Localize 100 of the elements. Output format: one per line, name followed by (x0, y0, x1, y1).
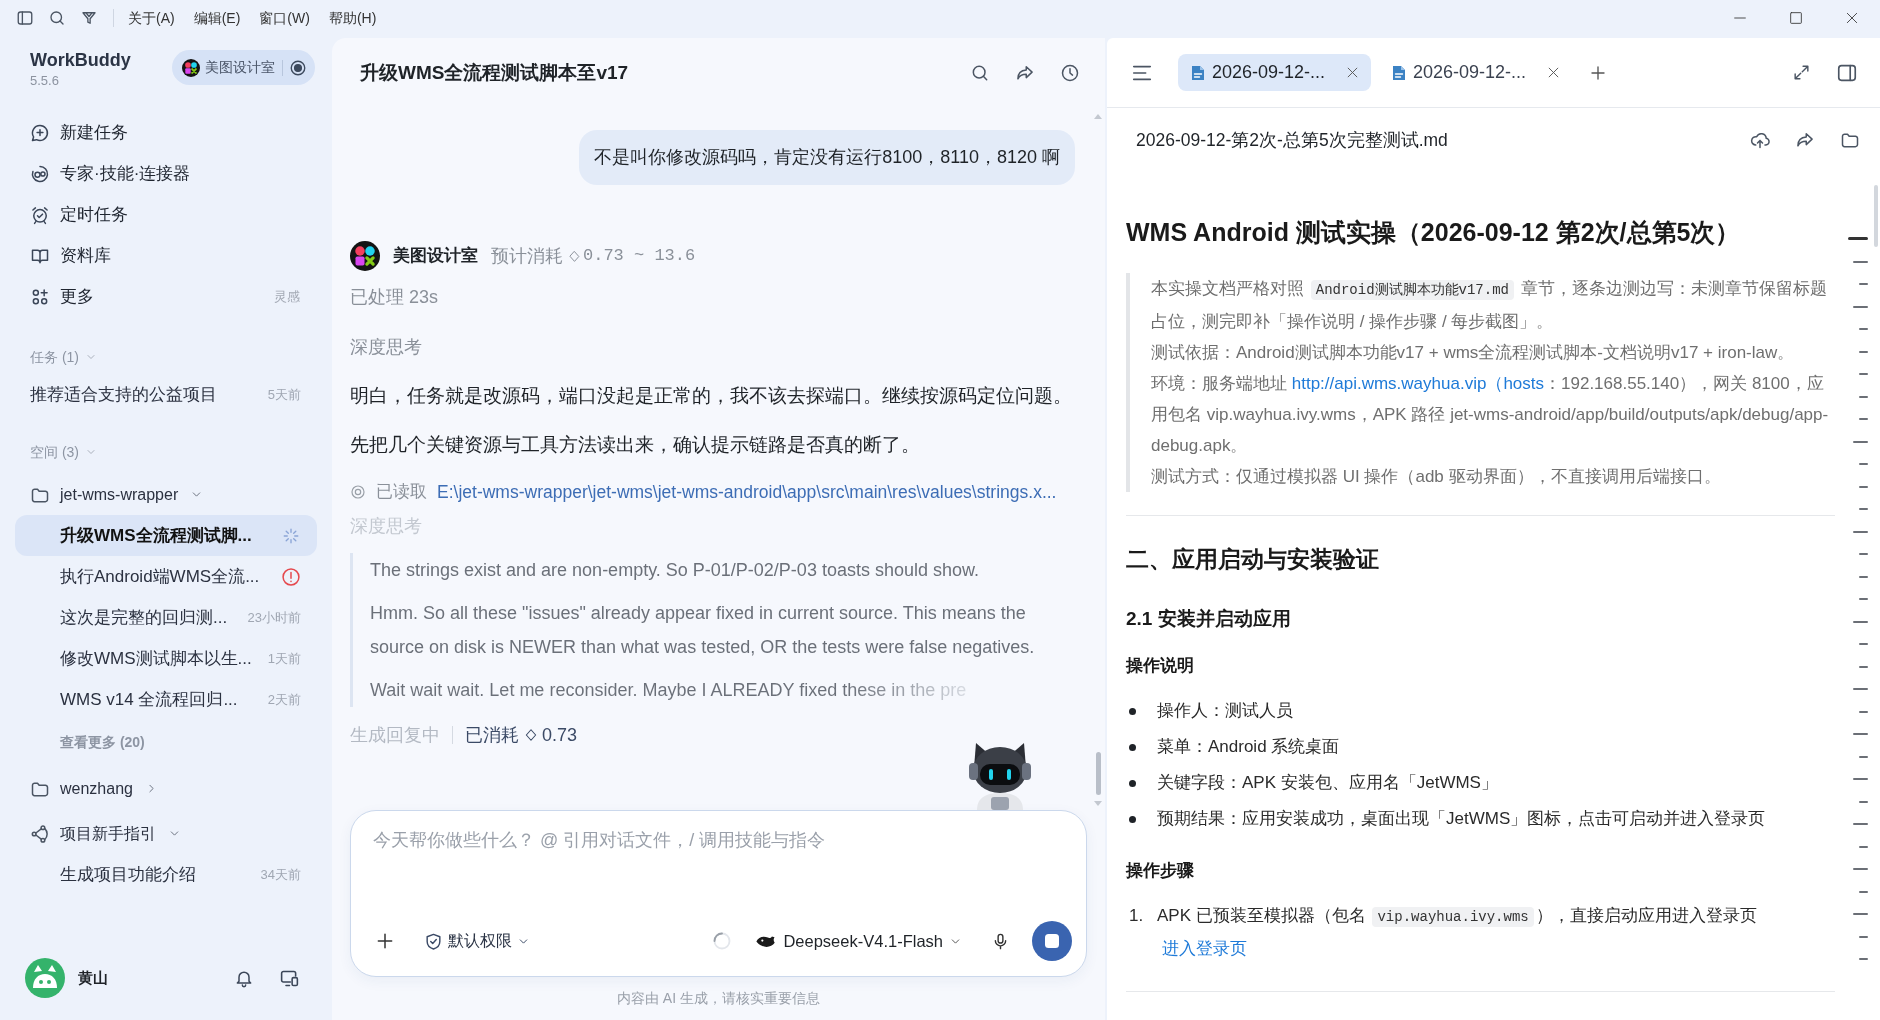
message-composer[interactable]: 今天帮你做些什么？ @ 引用对话文件，/ 调用技能与指令 默认权限 Deepseek-V4.1-Flash (350, 810, 1087, 977)
cloud-upload-icon[interactable] (1750, 130, 1770, 150)
outline-marker[interactable] (1859, 283, 1868, 285)
tab[interactable]: 2026-09-12-... (1379, 54, 1572, 91)
task-item[interactable]: 推荐适合支持的公益项目 5天前 (15, 375, 317, 415)
sidebar-toggle-icon[interactable] (16, 9, 34, 27)
task-item[interactable]: 这次是完整的回归测... 23小时前 (15, 597, 317, 638)
nav-item[interactable]: 新建任务 (30, 119, 128, 146)
task-item[interactable]: WMS v14 全流程回归... 2天前 (15, 679, 317, 720)
avatar-icon[interactable] (25, 958, 65, 998)
nav-item[interactable]: 定时任务 (30, 201, 128, 228)
outline-marker[interactable] (1853, 620, 1868, 623)
scrollbar-thumb[interactable] (1874, 185, 1878, 247)
outline-marker[interactable] (1859, 935, 1868, 938)
search-icon[interactable] (48, 9, 66, 27)
close-icon[interactable] (1844, 10, 1860, 26)
nodes-icon (30, 823, 50, 844)
expand-icon[interactable] (1792, 63, 1811, 82)
task-item[interactable]: 生成项目功能介绍 34天前 (15, 854, 317, 895)
plus-icon[interactable] (375, 931, 395, 951)
diamond-icon (524, 728, 538, 742)
maximize-icon[interactable] (1788, 10, 1804, 26)
folder-item[interactable]: wenzhang (30, 776, 158, 801)
outline-marker[interactable] (1859, 418, 1868, 420)
bullet-icon (1129, 743, 1136, 751)
outline-marker[interactable] (1859, 710, 1868, 713)
quote-paragraph: 环境：服务端地址 http://api.wms.wayhua.vip（hosts：192.168.55.140），网关 8100，应用包名 vip.wayhua.ivy.wms，APK 路径 jet-wms-android/app/build/outputs/apk/debug/app-debug.apk。 (1151, 373, 1829, 457)
outline-marker[interactable] (1853, 823, 1868, 825)
file-icon (1189, 64, 1205, 81)
menu-item[interactable]: 编辑(E) (193, 8, 241, 28)
outline-marker[interactable] (1853, 733, 1868, 735)
plus-icon[interactable] (1589, 63, 1607, 82)
file-path-link[interactable]: E:\jet-wms-wrapper\jet-wms\jet-wms-android\app\src\main\res\values\strings.x... (437, 478, 1057, 506)
thought-paragraph: Hmm. So all these "issues" already appear fixed in current source. This means the source on disk is NEWER than what was tested, OR the tests were false negatives. (370, 602, 1036, 659)
outline-marker[interactable] (1853, 305, 1868, 308)
outline-marker[interactable] (1859, 463, 1868, 465)
close-icon[interactable] (1345, 65, 1360, 80)
outline-marker[interactable] (1859, 575, 1868, 578)
outline-marker[interactable] (1853, 260, 1868, 263)
outline-marker[interactable] (1853, 440, 1868, 443)
message-input[interactable]: 今天帮你做些什么？ @ 引用对话文件，/ 调用技能与指令 (373, 827, 1064, 915)
target-icon (350, 484, 366, 500)
filter-icon[interactable] (80, 9, 98, 27)
task-item[interactable]: 修改WMS测试脚本以生... 1天前 (15, 638, 317, 679)
quote-paragraph: 测试依据：Android测试脚本功能v17 + wms全流程测试脚本-文档说明v17 + iron-law。 (1151, 342, 1796, 364)
menu-item[interactable]: 帮助(H) (328, 8, 377, 28)
folder-icon[interactable] (1840, 130, 1860, 150)
folder-item[interactable]: jet-wms-wrapper (30, 482, 204, 507)
outline-marker[interactable] (1859, 328, 1868, 330)
outline-marker[interactable] (1859, 598, 1868, 600)
apps-icon (30, 286, 50, 307)
quote-paragraph: 本实操文档严格对照 Android测试脚本功能v17.md 章节，逐条边测边写：未测章节保留标题占位，测完即补「操作说明 / 操作步骤 / 每步截图」。 (1151, 278, 1828, 333)
history-icon[interactable] (1060, 63, 1080, 83)
document-heading: WMS Android 测试实操（2026-09-12 第2次/总第5次） (1126, 217, 1742, 248)
outline-marker[interactable] (1853, 868, 1868, 870)
record-icon[interactable] (289, 58, 307, 77)
outline-marker[interactable] (1859, 890, 1868, 893)
outline-marker[interactable] (1853, 778, 1868, 780)
outline-marker[interactable] (1859, 485, 1868, 488)
workspace-switcher[interactable]: 美图设计室 (172, 50, 315, 85)
list-item-text: 预期结果：应用安装成功，桌面出现「JetWMS」图标，点击可启动并进入登录页 (1157, 808, 1766, 831)
outline-marker[interactable] (1859, 643, 1868, 645)
nav-item[interactable]: 资料库 (30, 242, 111, 269)
tab[interactable]: 2026-09-12-... (1178, 54, 1371, 91)
outline-marker[interactable] (1859, 373, 1868, 375)
author-name: 美图设计室 (393, 245, 478, 268)
outline-marker[interactable] (1859, 755, 1868, 758)
cost-value: 0.73 (542, 723, 578, 747)
outline-marker[interactable] (1859, 395, 1868, 398)
outline-marker[interactable] (1848, 237, 1868, 240)
model-dropdown[interactable]: Deepseek-V4.1-Flash (755, 928, 962, 954)
cost-label: 已消耗 (465, 723, 519, 747)
menu-item[interactable]: 关于(A) (128, 8, 175, 28)
stop-button[interactable] (1032, 921, 1072, 961)
outline-marker[interactable] (1859, 958, 1868, 960)
outline-marker[interactable] (1859, 508, 1868, 510)
outline-marker[interactable] (1859, 800, 1868, 803)
outline-marker[interactable] (1859, 845, 1868, 848)
task-item[interactable]: 执行Android端WMS全流... (15, 556, 317, 597)
nav-item[interactable]: 专家·技能·连接器 (30, 160, 191, 187)
chat-title: 升级WMS全流程测试脚本至v17 (360, 60, 629, 85)
scrollbar-thumb[interactable] (1096, 752, 1101, 795)
task-item[interactable]: 升级WMS全流程测试脚... (15, 515, 317, 556)
project-item[interactable]: 项目新手指引 (30, 821, 181, 846)
outline-marker[interactable] (1853, 688, 1868, 690)
close-icon[interactable] (1546, 65, 1561, 80)
file-icon (1390, 64, 1406, 81)
nav-item[interactable]: 更多 (30, 283, 94, 310)
menu-item[interactable]: 窗口(W) (259, 8, 310, 28)
step-link[interactable]: 进入登录页 (1162, 933, 1247, 964)
outline-marker[interactable] (1859, 665, 1868, 668)
outline-marker[interactable] (1859, 553, 1868, 555)
chat-plus-icon (30, 122, 50, 143)
search-icon[interactable] (970, 63, 990, 83)
outline-marker[interactable] (1859, 350, 1868, 353)
list-item-text: 关键字段：APK 安装包、应用名「JetWMS」 (1157, 772, 1498, 795)
permission-dropdown[interactable]: 默认权限 (424, 929, 530, 953)
outline-marker[interactable] (1853, 913, 1868, 915)
outline-marker[interactable] (1853, 530, 1868, 533)
link[interactable]: http://api.wms.wayhua.vip（hosts (1291, 374, 1544, 393)
